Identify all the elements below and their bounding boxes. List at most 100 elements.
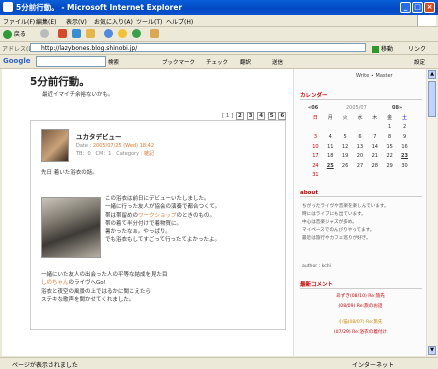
entry-closing: 一緒にいた友人の出会った人の平等な結成を見た目 しのちゃんのライヴへGo! 浴衣… bbox=[41, 272, 168, 303]
refresh-button[interactable] bbox=[72, 29, 81, 38]
comment-item[interactable]: (07/29) Re:浴衣の着付け bbox=[294, 329, 426, 335]
favorites-button[interactable] bbox=[118, 29, 127, 38]
write-master-links[interactable]: Write ∙ Master bbox=[356, 73, 393, 79]
author-line: author : kchi bbox=[302, 264, 331, 269]
pagination: [ 1 ] 2 3 4 5 6 bbox=[222, 112, 287, 120]
search-icon bbox=[104, 29, 113, 38]
home-icon bbox=[86, 29, 95, 38]
go-button[interactable]: 移動 bbox=[372, 44, 393, 53]
scroll-up-icon[interactable]: ▲ bbox=[428, 70, 436, 79]
windows-logo-icon bbox=[417, 15, 436, 26]
back-arrow-icon bbox=[3, 30, 12, 39]
media-button[interactable] bbox=[132, 29, 141, 38]
menu-favorites[interactable]: お気に入り(A) bbox=[94, 17, 133, 26]
go-arrow-icon bbox=[372, 46, 379, 53]
entry-thumbnail bbox=[41, 129, 69, 162]
shinochan-link[interactable]: しのちゃん bbox=[41, 280, 69, 286]
about-text: ちがったライヴや音楽を楽しんでいます。 時にはライブにも出ています。 中心は音楽… bbox=[302, 204, 389, 241]
stop-icon bbox=[58, 29, 67, 38]
calendar-grid: 日月火水木金土 12 3456789 10 11 12 13 14 15 16 17 18 19… bbox=[308, 113, 412, 180]
comments-heading: 最新コメント bbox=[300, 280, 422, 289]
blog-tagline: 最近イマイチ余裕ないかも。 bbox=[42, 92, 114, 98]
vertical-scrollbar[interactable]: ▲ ▼ bbox=[426, 69, 437, 356]
menu-edit[interactable]: 編集(E) bbox=[36, 17, 56, 26]
mail-icon bbox=[150, 29, 159, 38]
calendar-week: 17 18 19 20 21 22 23 bbox=[308, 151, 412, 161]
menu-file[interactable]: ファイル(F) bbox=[3, 17, 35, 26]
calendar-week: 24 25 26 27 28 29 30 bbox=[312, 161, 408, 171]
check-button[interactable]: チェック bbox=[206, 58, 228, 66]
comment-item[interactable]: あずき(08/10) Re:旅先 bbox=[294, 293, 426, 299]
google-logo: Google bbox=[3, 57, 31, 65]
calendar: «06 2005/07 08» 日月火水木金土 12 3456789 10 11 1… bbox=[308, 105, 412, 180]
scroll-thumb[interactable] bbox=[428, 81, 436, 117]
toolbar: 戻る bbox=[0, 27, 438, 42]
entry-title[interactable]: ユカタデビュー bbox=[76, 131, 122, 141]
comment-item[interactable]: 小猫(08/07) Re:旅先 bbox=[294, 319, 426, 325]
calendar-day-link[interactable]: 25 bbox=[323, 161, 338, 171]
google-search-input[interactable] bbox=[36, 56, 106, 67]
current-page: [ 1 ] bbox=[222, 113, 234, 119]
calendar-next-link[interactable]: 08» bbox=[392, 105, 402, 111]
calendar-week: 10 11 12 13 14 15 16 bbox=[312, 143, 408, 150]
address-input[interactable]: http://lazybones.blog.shinobi.jp/ bbox=[30, 43, 366, 52]
calendar-week: 12 bbox=[388, 124, 407, 131]
stop-button[interactable] bbox=[58, 29, 67, 38]
star-icon bbox=[118, 29, 127, 38]
calendar-week: 31 bbox=[312, 172, 319, 179]
menu-bar: ファイル(F) 編集(E) 表示(V) お気に入り(A) ツール(T) ヘルプ(… bbox=[0, 15, 438, 27]
maximize-button[interactable]: □ bbox=[412, 2, 423, 13]
entry-stats: TB：0 CM：1 Category : 雑記 bbox=[76, 151, 154, 157]
forward-arrow-icon bbox=[40, 29, 49, 38]
bookmarks-button[interactable]: ブックマーク bbox=[162, 58, 195, 66]
blog-title[interactable]: 5分前行動。 bbox=[30, 74, 90, 89]
comment-item[interactable]: (08/09) Re:旅のお話 bbox=[294, 303, 426, 309]
calendar-weekdays: 日月火水木金土 bbox=[312, 115, 408, 122]
address-bar: アドレス(D) http://lazybones.blog.shinobi.jp… bbox=[0, 42, 438, 55]
entry-photo bbox=[41, 197, 101, 258]
menu-help[interactable]: ヘルプ(H) bbox=[166, 17, 193, 26]
search-button[interactable] bbox=[104, 29, 113, 38]
entry-intro: 先日 着いた浴衣の話。 bbox=[41, 170, 98, 176]
calendar-prev-link[interactable]: «06 bbox=[308, 105, 318, 111]
back-button[interactable]: 戻る bbox=[3, 29, 26, 39]
entry-category-link[interactable]: 雑記 bbox=[144, 151, 154, 157]
translate-button[interactable]: 翻訳 bbox=[240, 58, 251, 66]
refresh-icon bbox=[72, 29, 81, 38]
entry-date: Date : 2005/07/25 (Wed) 18:42 bbox=[76, 143, 155, 149]
workshop-link[interactable]: ワークショップ bbox=[138, 213, 177, 219]
calendar-day-link[interactable]: 23 bbox=[397, 151, 412, 161]
page-link[interactable]: 2 bbox=[236, 112, 244, 120]
menu-tools[interactable]: ツール(T) bbox=[136, 17, 162, 26]
page-link[interactable]: 3 bbox=[246, 112, 255, 120]
media-icon bbox=[132, 29, 141, 38]
status-bar: ページが表示されました インターネット bbox=[0, 357, 438, 369]
google-toolbar: Google 検索 ブックマーク チェック 翻訳 送信 設定 bbox=[0, 55, 438, 69]
page-link[interactable]: 6 bbox=[278, 112, 287, 120]
window-title: 5分前行動。 - Microsoft Internet Explorer bbox=[16, 3, 183, 12]
browser-window: 5分前行動。 - Microsoft Internet Explorer _ □… bbox=[0, 0, 438, 369]
home-button[interactable] bbox=[86, 29, 95, 38]
sidebar: Write ∙ Master カレンダー «06 2005/07 08» 日月火… bbox=[293, 69, 426, 356]
status-text: ページが表示されました bbox=[12, 362, 78, 369]
settings-button[interactable]: 設定 bbox=[414, 58, 425, 66]
page-link[interactable]: 5 bbox=[267, 112, 276, 120]
minimize-button[interactable]: _ bbox=[400, 2, 411, 13]
security-zone: インターネット bbox=[352, 362, 395, 369]
send-button[interactable]: 送信 bbox=[272, 58, 283, 66]
mail-button[interactable] bbox=[150, 29, 159, 38]
forward-button[interactable] bbox=[40, 29, 49, 38]
menu-view[interactable]: 表示(V) bbox=[66, 17, 87, 26]
links-button[interactable]: リンク bbox=[408, 44, 426, 53]
entry-body: この浴衣は前日にデビューいたしました。 一緒に行った友人が協会の演奏で都合つくて… bbox=[105, 196, 221, 244]
ie-icon bbox=[3, 2, 13, 12]
google-search-button[interactable]: 検索 bbox=[108, 58, 119, 66]
close-button[interactable]: × bbox=[424, 2, 435, 13]
calendar-week: 3456789 bbox=[313, 133, 407, 140]
about-heading: about bbox=[300, 190, 422, 197]
scroll-down-icon[interactable]: ▼ bbox=[428, 346, 436, 355]
blog-entry: ユカタデビュー Date : 2005/07/25 (Wed) 18:42 TB… bbox=[30, 120, 286, 330]
page-link[interactable]: 4 bbox=[257, 112, 266, 120]
title-bar: 5分前行動。 - Microsoft Internet Explorer _ □… bbox=[0, 0, 438, 15]
page-content: 5分前行動。 最近イマイチ余裕ないかも。 [ 1 ] 2 3 4 5 6 ユカタ… bbox=[2, 69, 426, 356]
